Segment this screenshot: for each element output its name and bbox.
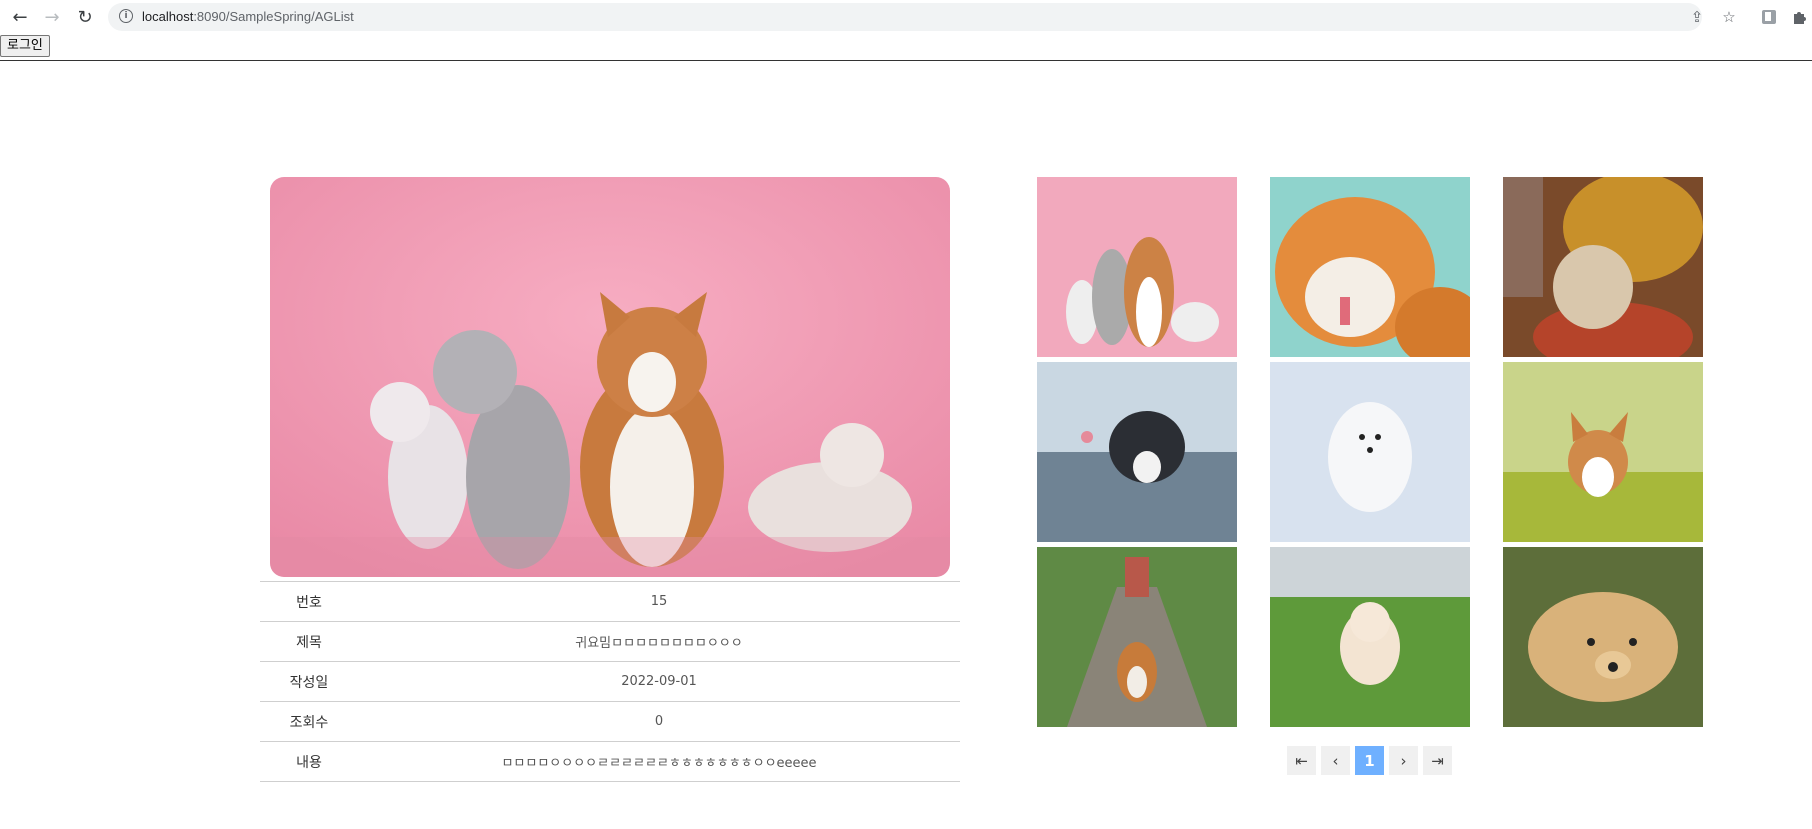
table-row: 작성일 2022-09-01 xyxy=(260,661,960,702)
row-value: 2022-09-01 xyxy=(621,674,697,689)
row-label: 작성일 xyxy=(289,674,329,691)
back-arrow-icon[interactable]: ← xyxy=(8,5,32,29)
first-page-button[interactable]: ⇤ xyxy=(1287,746,1316,775)
gallery-thumb-dog-on-railway[interactable] xyxy=(1037,547,1237,727)
bookmark-star-icon[interactable]: ☆ xyxy=(1718,6,1740,28)
gallery-thumb-golden-puppy[interactable] xyxy=(1503,547,1703,727)
site-info-icon[interactable]: i xyxy=(119,9,133,23)
next-page-button[interactable]: › xyxy=(1389,746,1418,775)
profile-icon[interactable] xyxy=(1758,6,1780,28)
row-label: 조회수 xyxy=(289,714,329,731)
row-value: ㅁㅁㅁㅁㅇㅇㅇㅇㄹㄹㄹㄹㄹㄹㅎㅎㅎㅎㅎㅎㅎㅇㅇeeeee xyxy=(501,756,817,771)
share-icon[interactable]: ⇪ xyxy=(1686,6,1708,28)
browser-toolbar: ← → ↻ i localhost:8090/SampleSpring/AGLi… xyxy=(0,0,1812,34)
post-detail-table: 번호 15 제목 귀요밈ㅁㅁㅁㅁㅁㅁㅁㅁㅇㅇㅇ 작성일 2022-09-01 조… xyxy=(260,581,960,782)
reload-icon[interactable]: ↻ xyxy=(73,5,97,29)
table-row: 내용 ㅁㅁㅁㅁㅇㅇㅇㅇㄹㄹㄹㄹㄹㄹㅎㅎㅎㅎㅎㅎㅎㅇㅇeeeee xyxy=(260,741,960,782)
row-label: 번호 xyxy=(296,594,322,611)
gallery-thumb-white-spitz[interactable] xyxy=(1270,362,1470,542)
table-row: 제목 귀요밈ㅁㅁㅁㅁㅁㅁㅁㅁㅇㅇㅇ xyxy=(260,621,960,662)
row-value: 15 xyxy=(650,594,668,609)
row-label: 내용 xyxy=(296,754,322,771)
pagination: ⇤ ‹ 1 › ⇥ xyxy=(1287,746,1452,775)
url-text[interactable]: localhost:8090/SampleSpring/AGList xyxy=(142,9,354,24)
gallery-thumb-orange-cat[interactable] xyxy=(1270,177,1470,357)
page-top-bar: 로그인 xyxy=(0,34,1812,61)
gallery-thumb-dogs-and-cats[interactable] xyxy=(1037,177,1237,357)
photo-gallery xyxy=(1037,177,1704,727)
featured-photo xyxy=(270,177,950,577)
table-row: 조회수 0 xyxy=(260,701,960,742)
last-page-button[interactable]: ⇥ xyxy=(1423,746,1452,775)
page-number-current[interactable]: 1 xyxy=(1355,746,1384,775)
row-value: 귀요밈ㅁㅁㅁㅁㅁㅁㅁㅁㅇㅇㅇ xyxy=(575,636,743,651)
forward-arrow-icon[interactable]: → xyxy=(40,5,64,29)
previous-page-button[interactable]: ‹ xyxy=(1321,746,1350,775)
row-value: 0 xyxy=(654,714,664,729)
gallery-thumb-poodle-puppy[interactable] xyxy=(1270,547,1470,727)
gallery-thumb-corgi-on-grass[interactable] xyxy=(1503,362,1703,542)
row-label: 제목 xyxy=(296,634,322,651)
extensions-puzzle-icon[interactable] xyxy=(1788,6,1810,28)
login-button[interactable]: 로그인 xyxy=(0,35,50,57)
address-bar[interactable]: i localhost:8090/SampleSpring/AGList xyxy=(108,3,1702,31)
gallery-thumb-kitten-in-pot[interactable] xyxy=(1503,177,1703,357)
gallery-thumb-black-kitten[interactable] xyxy=(1037,362,1237,542)
table-row: 번호 15 xyxy=(260,581,960,622)
